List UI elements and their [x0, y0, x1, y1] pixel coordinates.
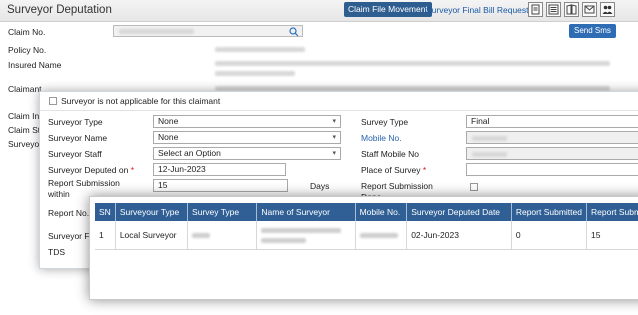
page-title: Surveyor Deputation: [7, 4, 112, 16]
not-applicable-label: Surveyor is not applicable for this clai…: [61, 96, 221, 106]
cell-report-submit-days: 15: [586, 221, 638, 250]
report-submission-done-checkbox[interactable]: [470, 183, 478, 191]
cell-name-of-surveyor: [256, 221, 356, 250]
chevron-down-icon: ▾: [332, 134, 336, 141]
report-no-label: Report No.: [48, 208, 90, 218]
report-submission-within-label: within: [48, 189, 70, 199]
users-icon[interactable]: [600, 2, 615, 17]
column-header-report-submitted[interactable]: Report Submitted: [511, 203, 588, 221]
claimant-label: Claimant: [8, 84, 42, 94]
column-header-sn[interactable]: SN: [95, 203, 116, 221]
staff-mobile-label: Staff Mobile No: [361, 149, 419, 159]
not-applicable-checkbox[interactable]: [49, 97, 57, 105]
grid-header-row: SN Surveyour Type Survey Type Name of Su…: [95, 203, 638, 221]
document-icon[interactable]: [528, 2, 543, 17]
column-header-mobile-no[interactable]: Mobile No.: [355, 203, 408, 221]
surveyor-deputation-page: Surveyor Deputation Claim File Movement …: [0, 0, 638, 315]
column-header-survey-type[interactable]: Survey Type: [187, 203, 258, 221]
mail-icon[interactable]: [582, 2, 597, 17]
chevron-down-icon: ▾: [332, 118, 336, 125]
cell-mobile-no: [355, 221, 408, 250]
days-label: Days: [310, 181, 330, 191]
surveyor-final-bill-request-link[interactable]: Surveyor Final Bill Request: [426, 5, 529, 15]
surveyor-fee-label: Surveyor Fe: [48, 231, 95, 241]
search-icon[interactable]: [289, 27, 299, 37]
survey-type-label: Survey Type: [361, 117, 409, 127]
mobile-no-input[interactable]: [466, 131, 638, 144]
report-submission-done-label: Report Submission: [361, 181, 433, 191]
surveyor-grid: SN Surveyour Type Survey Type Name of Su…: [95, 203, 638, 250]
cell-surveyor-type: Local Surveyor: [115, 221, 189, 250]
claim-no-label: Claim No.: [8, 27, 46, 37]
surveyor-label: Surveyo: [8, 139, 40, 149]
place-of-survey-input[interactable]: [466, 163, 638, 176]
list-icon[interactable]: [546, 2, 561, 17]
insured-name-label: Insured Name: [8, 60, 62, 70]
page-header: Surveyor Deputation Claim File Movement …: [0, 0, 638, 22]
column-header-surveyor-deputed-date[interactable]: Surveyor Deputed Date: [406, 203, 512, 221]
book-icon[interactable]: [564, 2, 579, 17]
survey-type-select[interactable]: Final: [466, 115, 638, 128]
claim-no-input[interactable]: [113, 25, 303, 37]
surveyor-staff-label: Surveyor Staff: [48, 149, 102, 159]
place-of-survey-label: Place of Survey *: [361, 165, 427, 175]
send-sms-button[interactable]: Send Sms: [569, 24, 616, 38]
surveyor-name-select[interactable]: None ▾: [153, 131, 341, 144]
cell-sn: 1: [95, 221, 116, 250]
mobile-no-label: Mobile No.: [361, 133, 402, 143]
claim-file-movement-button[interactable]: Claim File Movement: [344, 2, 432, 17]
cell-report-submitted: 0: [511, 221, 588, 250]
report-submission-days-input[interactable]: 15: [153, 179, 288, 192]
column-header-report-submit[interactable]: Report Submi: [586, 203, 638, 221]
cell-survey-type: [187, 221, 258, 250]
tds-label: TDS: [48, 247, 65, 257]
column-header-name-of-surveyor[interactable]: Name of Surveyor: [256, 203, 356, 221]
deputed-on-date-input[interactable]: 12-Jun-2023: [153, 163, 286, 176]
surveyor-type-label: Surveyor Type: [48, 117, 103, 127]
surveyor-grid-dialog: SN Surveyour Type Survey Type Name of Su…: [89, 196, 638, 300]
chevron-down-icon: ▾: [332, 150, 336, 157]
surveyor-type-select[interactable]: None ▾: [153, 115, 341, 128]
claim-st-label: Claim St: [8, 125, 41, 135]
surveyor-staff-select[interactable]: Select an Option ▾: [153, 147, 341, 160]
table-row[interactable]: 1 Local Surveyor 02-Jun-2023 0 15: [95, 221, 638, 250]
policy-no-label: Policy No.: [8, 45, 47, 55]
deputed-on-label: Surveyor Deputed on *: [48, 165, 135, 175]
claim-in-label: Claim In: [8, 111, 40, 121]
column-header-surveyour-type[interactable]: Surveyour Type: [115, 203, 189, 221]
surveyor-name-label: Surveyor Name: [48, 133, 108, 143]
cell-deputed-date: 02-Jun-2023: [406, 221, 512, 250]
staff-mobile-input[interactable]: [466, 147, 638, 160]
report-submission-label: Report Submission: [48, 178, 120, 188]
